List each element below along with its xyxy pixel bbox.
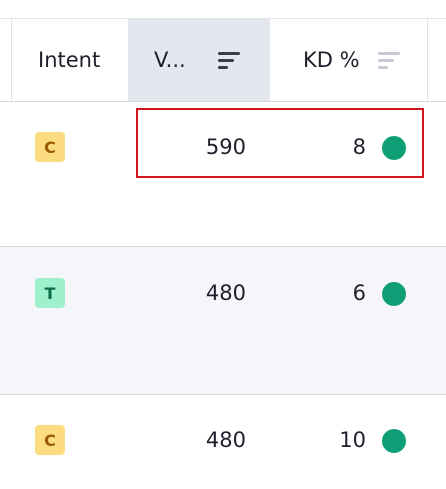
kd-value: 8 — [352, 135, 366, 159]
sort-descending-icon[interactable] — [218, 50, 242, 70]
column-divider — [427, 19, 428, 103]
volume-header-label: V... — [154, 48, 186, 72]
intent-badge-commercial: C — [35, 425, 65, 455]
table-header: Intent V... KD % — [0, 18, 446, 103]
kd-column-header[interactable]: KD % — [303, 19, 360, 101]
column-divider — [11, 19, 12, 103]
table-row[interactable]: C 590 8 — [0, 102, 446, 247]
volume-value: 480 — [205, 281, 246, 305]
kd-value: 10 — [339, 428, 366, 452]
table-row[interactable]: C 480 10 — [0, 395, 446, 489]
intent-header-label: Intent — [38, 48, 101, 72]
difficulty-dot-icon — [382, 282, 406, 306]
kd-header-label: KD % — [303, 48, 360, 72]
keyword-table: Intent V... KD % C 590 8 T 480 6 C 480 1… — [0, 0, 446, 489]
sort-descending-icon[interactable] — [378, 50, 402, 70]
volume-value: 590 — [205, 135, 246, 159]
volume-column-header[interactable]: V... — [128, 19, 270, 101]
intent-badge-transactional: T — [35, 278, 65, 308]
difficulty-dot-icon — [382, 429, 406, 453]
volume-value: 480 — [205, 428, 246, 452]
intent-badge-commercial: C — [35, 132, 65, 162]
difficulty-dot-icon — [382, 136, 406, 160]
table-row[interactable]: T 480 6 — [0, 247, 446, 395]
intent-column-header[interactable]: Intent — [38, 19, 100, 101]
kd-value: 6 — [352, 281, 366, 305]
